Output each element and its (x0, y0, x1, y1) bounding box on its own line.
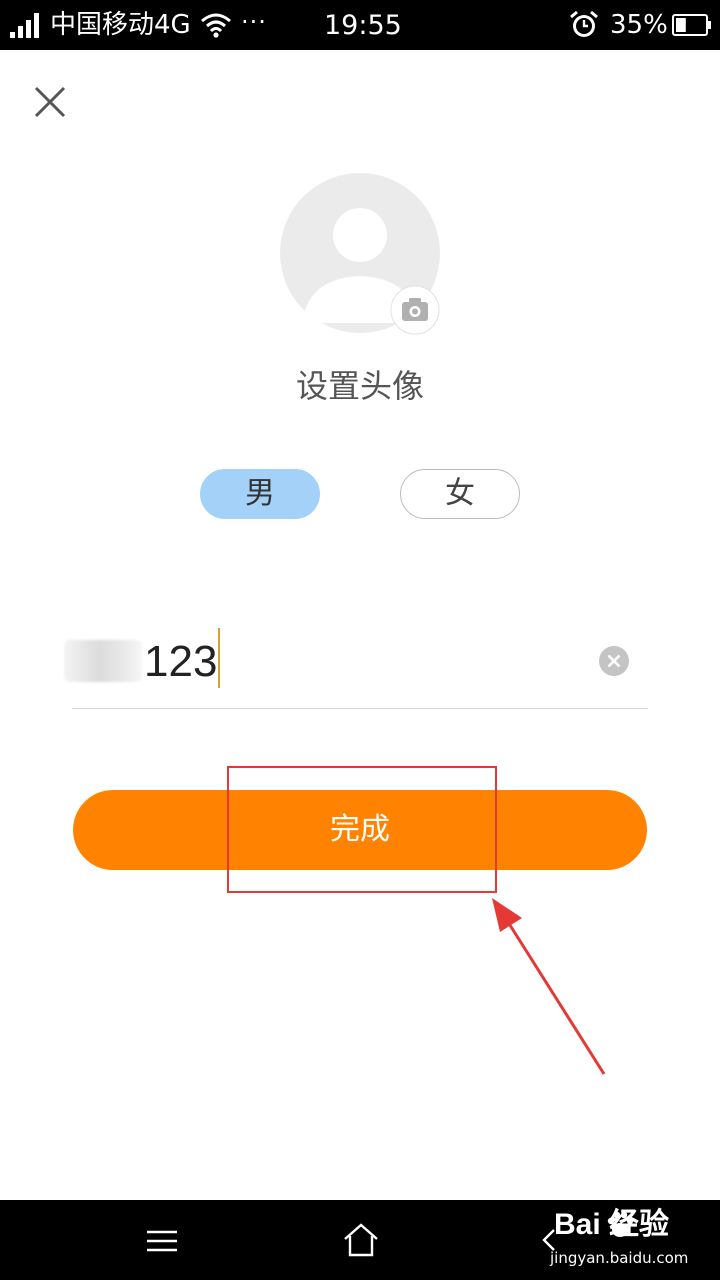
nickname-value[interactable]: 123 (144, 638, 217, 686)
input-underline (72, 708, 648, 709)
menu-icon[interactable] (145, 1227, 179, 1255)
paw-icon (607, 1211, 634, 1237)
battery-icon (672, 14, 711, 36)
text-cursor (218, 628, 220, 688)
close-icon[interactable] (30, 82, 70, 122)
alarm-icon (570, 10, 598, 37)
more-indicator: ··· (241, 8, 267, 36)
status-time: 19:55 (324, 10, 402, 41)
set-avatar-label[interactable]: 设置头像 (0, 366, 720, 406)
carrier-label: 中国移动4G (50, 10, 191, 40)
nickname-field[interactable]: 123 (64, 620, 648, 710)
avatar-upload[interactable] (280, 173, 440, 335)
signal-icon (10, 13, 39, 38)
annotation-highlight-box (227, 766, 497, 893)
gender-male-button[interactable]: 男 (200, 469, 320, 519)
wifi-icon (201, 13, 231, 38)
clear-icon[interactable] (598, 645, 630, 677)
watermark-url: jingyan.baidu.com (550, 1249, 689, 1267)
annotation-arrow (492, 898, 606, 1075)
blurred-text-mask (64, 640, 142, 682)
gender-female-button[interactable]: 女 (400, 469, 520, 519)
home-icon[interactable] (342, 1222, 380, 1258)
status-bar: 中国移动4G ··· 19:55 35% (0, 0, 720, 50)
baidu-jingyan-watermark: Bai 经验 jingyan.baidu.com (548, 1205, 714, 1275)
navigation-bar: Bai 经验 jingyan.baidu.com (0, 1200, 720, 1280)
battery-percent: 35% (610, 10, 668, 40)
camera-icon (390, 285, 440, 335)
